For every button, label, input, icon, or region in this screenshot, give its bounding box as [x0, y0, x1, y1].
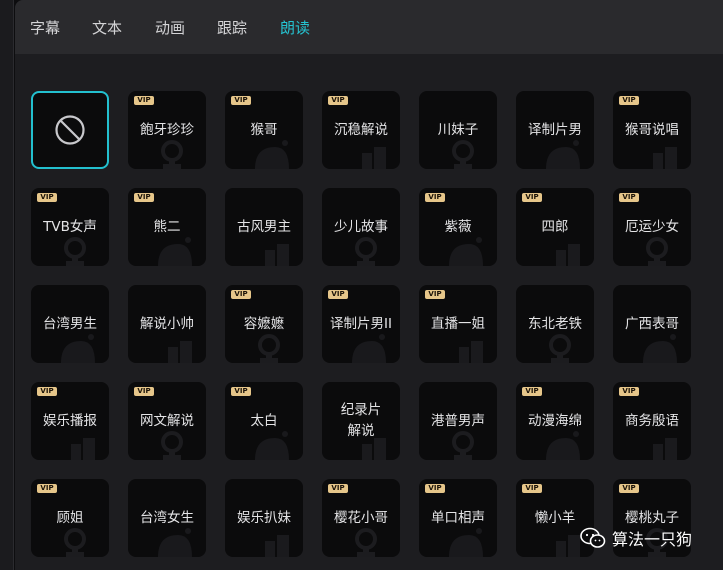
voice-name: 动漫海绵	[528, 412, 582, 429]
voice-card[interactable]: VIP 太白	[225, 382, 303, 460]
voice-name: 译制片男	[528, 121, 582, 138]
voice-name: 沉稳解说	[334, 121, 388, 138]
wechat-icon	[580, 527, 606, 548]
tab-animation[interactable]: 动画	[155, 18, 185, 38]
voice-name: 紫薇	[444, 218, 472, 235]
voice-card[interactable]: VIP 猴哥	[225, 91, 303, 169]
voice-name: 娱乐扒妹	[237, 509, 291, 526]
voice-name: 四郎	[541, 218, 569, 235]
voice-name: 厄运少女	[625, 218, 679, 235]
voice-card[interactable]: 台湾男生	[31, 285, 109, 363]
voice-name: 古风男主	[237, 218, 291, 235]
watermark: 算法一只狗	[580, 524, 692, 552]
voice-name: 广西表哥	[625, 315, 679, 332]
voice-card[interactable]: VIP 樱花小哥	[322, 479, 400, 557]
voice-name: 飽牙珍珍	[140, 121, 194, 138]
voice-card[interactable]: 少儿故事	[322, 188, 400, 266]
voice-name: 商务殷语	[625, 412, 679, 429]
voice-name: 台湾男生	[43, 315, 97, 332]
voice-card[interactable]: VIP 四郎	[516, 188, 594, 266]
voice-card[interactable]: VIP 飽牙珍珍	[128, 91, 206, 169]
voice-card[interactable]: VIP 商务殷语	[613, 382, 691, 460]
voice-name: 纪录片 解说	[322, 382, 400, 460]
voice-name-line: 纪录片	[340, 402, 382, 418]
voice-name: 译制片男II	[330, 315, 392, 332]
voice-name: 港普男声	[431, 412, 485, 429]
voice-card[interactable]: 东北老铁	[516, 285, 594, 363]
voice-name-line: 解说	[347, 423, 375, 439]
voice-name: 顾姐	[56, 509, 84, 526]
voice-card[interactable]: VIP 厄运少女	[613, 188, 691, 266]
voice-none-option[interactable]	[31, 91, 109, 169]
voice-card[interactable]: VIP 猴哥说唱	[613, 91, 691, 169]
voice-name: 容嬷嬷	[243, 315, 285, 332]
voice-card[interactable]: 台湾女生	[128, 479, 206, 557]
watermark-text: 算法一只狗	[612, 530, 693, 549]
voice-name: 直播一姐	[431, 315, 485, 332]
voice-name: 猴哥说唱	[625, 121, 679, 138]
tab-bar: 字幕 文本 动画 跟踪 朗读	[15, 0, 723, 54]
voice-card[interactable]: 广西表哥	[613, 285, 691, 363]
voice-name: 太白	[250, 412, 278, 429]
left-panel-edge	[0, 0, 14, 570]
voice-card[interactable]: 纪录片 解说	[322, 382, 400, 460]
voice-name: 樱花小哥	[334, 509, 388, 526]
voice-card[interactable]: 解说小帅	[128, 285, 206, 363]
voice-name: 东北老铁	[528, 315, 582, 332]
voice-card[interactable]: VIP TVB女声	[31, 188, 109, 266]
voice-card[interactable]: VIP 动漫海绵	[516, 382, 594, 460]
tab-read-aloud[interactable]: 朗读	[280, 18, 310, 38]
voice-name: 熊二	[153, 218, 181, 235]
voice-card[interactable]: 古风男主	[225, 188, 303, 266]
voice-card[interactable]: VIP 娱乐播报	[31, 382, 109, 460]
voice-card[interactable]: VIP 译制片男II	[322, 285, 400, 363]
voice-card[interactable]: 译制片男	[516, 91, 594, 169]
voice-name: 娱乐播报	[43, 412, 97, 429]
voice-card[interactable]: 港普男声	[419, 382, 497, 460]
voice-name: 解说小帅	[140, 315, 194, 332]
voice-card[interactable]: 川妹子	[419, 91, 497, 169]
voice-card[interactable]: VIP 顾姐	[31, 479, 109, 557]
tab-subtitles[interactable]: 字幕	[30, 18, 60, 38]
voice-card[interactable]: VIP 容嬷嬷	[225, 285, 303, 363]
voice-name: 网文解说	[140, 412, 194, 429]
voice-card[interactable]: VIP 网文解说	[128, 382, 206, 460]
voice-card[interactable]: VIP 直播一姐	[419, 285, 497, 363]
voice-grid: VIP 飽牙珍珍 VIP 猴哥 VIP 沉稳解说 川妹子 译制片男 VIP 猴哥说唱 VIP TVB女…	[31, 91, 691, 557]
voice-name: 猴哥	[250, 121, 278, 138]
voice-card[interactable]: VIP 单口相声	[419, 479, 497, 557]
voice-name: 川妹子	[437, 121, 479, 138]
voice-card[interactable]: VIP 沉稳解说	[322, 91, 400, 169]
tab-tracking[interactable]: 跟踪	[217, 18, 247, 38]
voice-card[interactable]: VIP 紫薇	[419, 188, 497, 266]
text-to-speech-panel: 字幕 文本 动画 跟踪 朗读 VIP 飽牙珍珍 VIP 猴哥 VIP 沉稳解说 川妹子 译制片…	[15, 0, 723, 570]
voice-name: 少儿故事	[334, 218, 388, 235]
voice-card[interactable]: VIP 熊二	[128, 188, 206, 266]
voice-card[interactable]: 娱乐扒妹	[225, 479, 303, 557]
voice-name: 台湾女生	[140, 509, 194, 526]
voice-name: TVB女声	[43, 218, 97, 235]
tab-text[interactable]: 文本	[92, 18, 122, 38]
no-voice-icon	[55, 115, 85, 145]
voice-name: 单口相声	[431, 509, 485, 526]
